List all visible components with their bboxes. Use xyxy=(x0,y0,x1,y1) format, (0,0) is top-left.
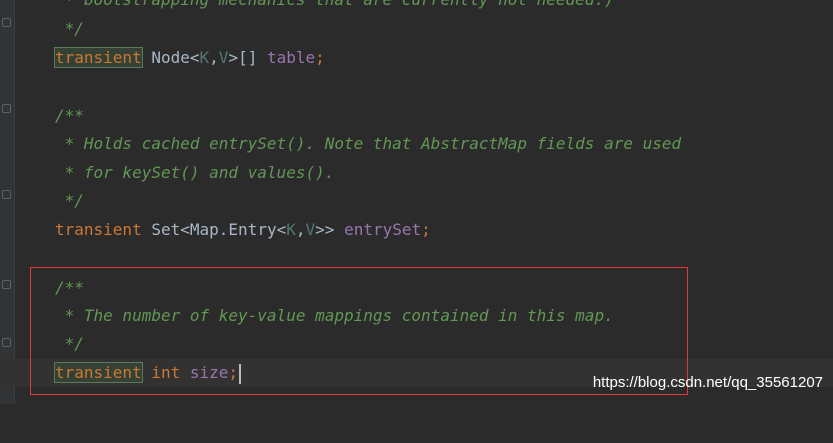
field-name: entrySet xyxy=(344,220,422,239)
angle-open: < xyxy=(189,48,200,67)
inner-type: Map.Entry xyxy=(189,220,277,239)
type-name: Node xyxy=(151,48,190,67)
comment-text: */ xyxy=(55,19,84,38)
comment-text: */ xyxy=(55,191,84,210)
highlight-annotation-box xyxy=(30,267,688,395)
code-line[interactable]: * for keySet() and values(). xyxy=(0,159,833,187)
angle-open: < xyxy=(276,220,287,239)
comma: , xyxy=(295,220,306,239)
keyword-transient: transient xyxy=(54,47,143,68)
array-brackets: [] xyxy=(238,48,258,67)
angle-close: > xyxy=(228,48,239,67)
keyword-transient: transient xyxy=(55,220,142,239)
code-line[interactable]: transient Node<K,V>[] table; xyxy=(0,44,833,72)
comment-text: * bootstrapping mechanics that are curre… xyxy=(55,0,614,9)
comment-text: /** xyxy=(55,106,84,125)
code-line[interactable]: /** xyxy=(0,102,833,130)
angle-close: >> xyxy=(315,220,335,239)
type-param: K xyxy=(286,220,296,239)
code-line[interactable]: transient Set<Map.Entry<K,V>> entrySet; xyxy=(0,216,833,244)
comma: , xyxy=(209,48,219,67)
type-name: Set xyxy=(151,220,181,239)
comment-text: * Holds cached entrySet(). Note that Abs… xyxy=(55,134,682,153)
code-line[interactable]: */ xyxy=(0,15,833,43)
comment-text: * for keySet() and values(). xyxy=(55,163,335,182)
type-param: K xyxy=(199,48,210,67)
code-line[interactable]: */ xyxy=(0,187,833,215)
type-param: V xyxy=(218,48,229,67)
semicolon: ; xyxy=(421,220,431,239)
semicolon: ; xyxy=(315,48,325,67)
field-name: table xyxy=(266,48,316,67)
code-line[interactable]: * bootstrapping mechanics that are curre… xyxy=(0,0,833,14)
code-line[interactable]: * Holds cached entrySet(). Note that Abs… xyxy=(0,130,833,158)
angle-open: < xyxy=(180,220,190,239)
watermark-text: https://blog.csdn.net/qq_35561207 xyxy=(592,374,823,391)
type-param: V xyxy=(305,220,316,239)
